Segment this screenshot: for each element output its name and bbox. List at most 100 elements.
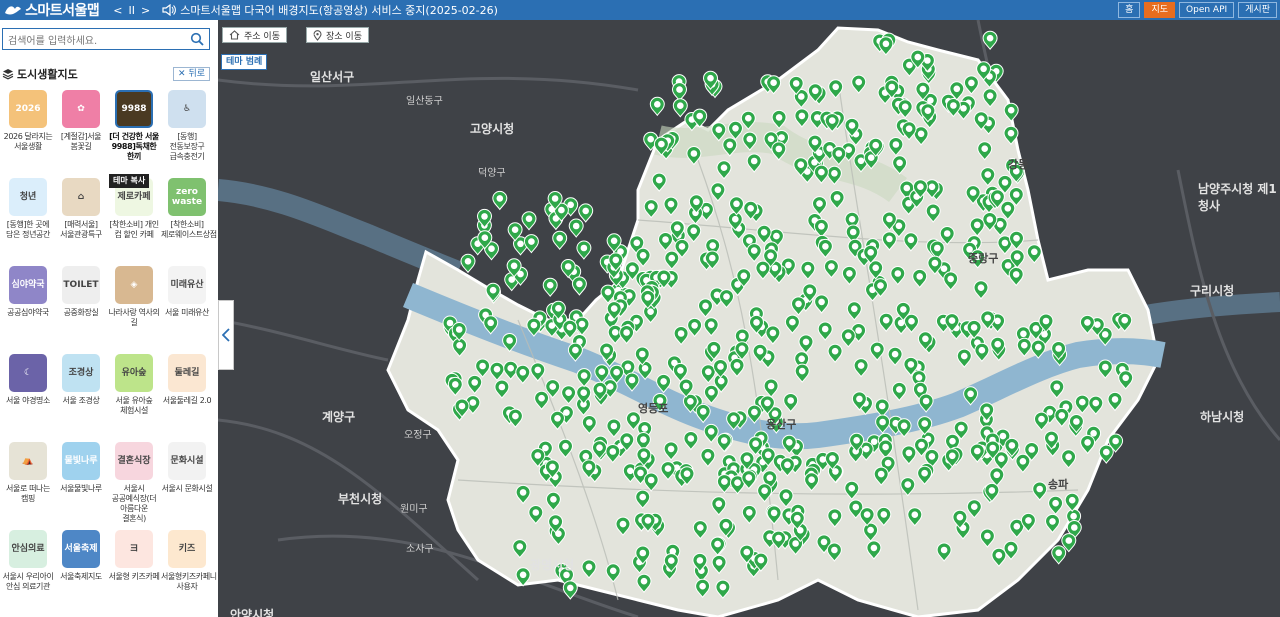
nav-home-button[interactable]: 홈 xyxy=(1118,2,1141,18)
back-label: 뒤로 xyxy=(188,69,205,79)
theme-tile[interactable]: 제로카페 [착한소비] 개인 컵 할인 카페 xyxy=(108,178,160,266)
wheelchair-icon: ♿ xyxy=(168,90,206,128)
theme-tile[interactable]: ◈ 나라사랑 역사의 길 xyxy=(108,266,160,354)
seoul-logo-icon xyxy=(5,6,21,15)
theme-tile[interactable]: 문화시설서울시 문화시설 xyxy=(161,442,213,530)
theme-tile-label: 공공심야약국 xyxy=(7,308,49,317)
theme-tile[interactable]: ⛺ 서울로 떠나는 캠핑 xyxy=(2,442,54,530)
theme-tile[interactable]: TOILET 공중화장실 xyxy=(55,266,107,354)
forest-icon: 유아숲 xyxy=(115,354,153,392)
youth-icon: 청년 xyxy=(9,178,47,216)
theme-tile[interactable]: 유아숲서울 유아숲 체험시설 xyxy=(108,354,160,442)
theme-tile[interactable]: 키즈서울형키즈카페니 사용자 xyxy=(161,530,217,617)
pharmacy-icon: 심야약국 xyxy=(9,266,47,304)
place-move-button[interactable]: 장소 이동 xyxy=(306,27,369,43)
theme-tile-label: 공중화장실 xyxy=(63,308,99,317)
theme-tile-label: 서울형 키즈카페 xyxy=(108,572,160,581)
theme-tile[interactable]: 9988 [더 건강한 서울 9988]독채한 한끼 xyxy=(108,90,160,178)
trail-icon: 둘레길 xyxy=(168,354,206,392)
theme-tile-label: [매력서울] 서울관광특구 xyxy=(60,220,102,239)
theme-tile[interactable]: 미래유산서울 미래유산 xyxy=(161,266,213,354)
sidebar: 도시생활지도 ✕ 뒤로 2026 2026 달라지는 서울생활 ✿ [계절감]서울 봄… xyxy=(0,20,218,617)
theme-tile-label: 서울형키즈카페니 사용자 xyxy=(161,572,217,591)
theme-tile-label: 서울 야경명소 xyxy=(6,396,50,405)
nav-board-button[interactable]: 게시판 xyxy=(1238,2,1277,18)
theme-tile-label: 나라사랑 역사의 길 xyxy=(108,308,160,327)
theme-tile[interactable]: 조경상 서울 조경상 xyxy=(55,354,107,442)
home-icon xyxy=(229,30,240,40)
pin-icon xyxy=(313,29,322,41)
theme-tile[interactable]: 결혼식장서울시 공공예식장(더 아름다운 결혼식) xyxy=(108,442,160,530)
sidebar-collapse-button[interactable] xyxy=(218,300,234,370)
theme-legend-button[interactable]: 테마 범례 xyxy=(221,54,268,70)
notice-ticker[interactable]: 스마트서울맵 다국어 배경지도(항공영상) 서비스 중지(2025-02-26) xyxy=(162,2,498,18)
theme-tile-label: [동행]한 곳에 담은 정년공간 xyxy=(6,220,50,239)
search-box xyxy=(2,28,210,52)
flower-icon: ✿ xyxy=(62,90,100,128)
chevron-left-icon xyxy=(222,328,230,342)
top-bar: 스마트서울맵 < II > 스마트서울맵 다국어 배경지도(항공영상) 서비스 … xyxy=(0,0,1280,20)
speaker-icon xyxy=(162,4,177,16)
theme-tile-label: 서울시 문화시설 xyxy=(161,484,213,493)
medal-icon: 9988 xyxy=(115,90,153,128)
place-move-label: 장소 이동 xyxy=(326,31,362,42)
notice-text: 스마트서울맵 다국어 배경지도(항공영상) 서비스 중지(2025-02-26) xyxy=(180,4,498,17)
toilet-icon: TOILET xyxy=(62,266,100,304)
theme-tile-label: 서울물빛나루 xyxy=(60,484,102,493)
theme-grid: 2026 2026 달라지는 서울생활 ✿ [계절감]서울 봄꽃길 9988 [더 건강한… xyxy=(2,90,217,617)
palace-icon: ⌂ xyxy=(62,178,100,216)
culture-icon: 문화시설 xyxy=(168,442,206,480)
water-icon: 물빛나루 xyxy=(62,442,100,480)
landscape-icon: 조경상 xyxy=(62,354,100,392)
theme-tile[interactable]: zero waste [착한소비]제로웨이스트상점 xyxy=(161,178,217,266)
theme-tile[interactable]: ♿ [동행]전동보장구 급속충전기 xyxy=(161,90,213,178)
pause-notice-button[interactable]: II xyxy=(129,4,136,17)
notice-controls: < II > xyxy=(113,4,150,17)
heritage-icon: 미래유산 xyxy=(168,266,206,304)
theme-tile[interactable]: ヨ 서울형 키즈카페 xyxy=(108,530,160,617)
category-header: 도시생활지도 ✕ 뒤로 xyxy=(2,66,210,82)
theme-tile[interactable]: 심야약국공공심야약국 xyxy=(2,266,54,354)
address-move-button[interactable]: 주소 이동 xyxy=(222,27,287,43)
theme-tile-label: 서울축제지도 xyxy=(60,572,102,581)
theme-tile[interactable]: ✿ [계절감]서울 봄꽃길 xyxy=(55,90,107,178)
theme-tile-label: 서울시 우리아이 안심 의료기관 xyxy=(2,572,54,591)
theme-tile[interactable]: 청년 [동행]한 곳에 담은 정년공간 xyxy=(2,178,54,266)
next-notice-button[interactable]: > xyxy=(141,4,150,17)
prev-notice-button[interactable]: < xyxy=(113,4,122,17)
theme-tile[interactable]: 둘레길서울둘레길 2.0 xyxy=(161,354,213,442)
nav-map-button[interactable]: 지도 xyxy=(1144,2,1176,18)
medical-icon: 안심의료 xyxy=(9,530,47,568)
theme-tile[interactable]: 서울축제서울축제지도 xyxy=(55,530,107,617)
theme-tile[interactable]: 2026 2026 달라지는 서울생활 xyxy=(2,90,54,178)
theme-tile[interactable]: 물빛나루서울물빛나루 xyxy=(55,442,107,530)
kids-cafe-icon: 키즈 xyxy=(168,530,206,568)
theme-tile-label: 서울 미래유산 xyxy=(165,308,209,317)
map-view[interactable]: 일산서구 고양시청 덕양구 일산동구 남양주시청 제1청사 구리시청 하남시청 … xyxy=(218,20,1280,617)
night-icon: ☾ xyxy=(9,354,47,392)
app-title: 스마트서울맵 xyxy=(25,3,100,19)
theme-tile-label: 서울로 떠나는 캠핑 xyxy=(6,484,50,503)
layers-icon xyxy=(2,69,14,80)
theme-tile[interactable]: 안심의료서울시 우리아이 안심 의료기관 xyxy=(2,530,54,617)
theme-tile-label: 서울 유아숲 체험시설 xyxy=(115,396,153,415)
nav-openapi-button[interactable]: Open API xyxy=(1179,2,1235,18)
kids-icon: ヨ xyxy=(115,530,153,568)
back-button[interactable]: ✕ 뒤로 xyxy=(173,67,210,81)
app-logo[interactable]: 스마트서울맵 xyxy=(0,0,100,20)
theme-tile[interactable]: ⌂ [매력서울] 서울관광특구 xyxy=(55,178,107,266)
search-input[interactable] xyxy=(3,31,183,52)
theme-tile-label: 서울시 공공예식장(더 아름다운 결혼식) xyxy=(111,484,157,523)
theme-tile-label: [더 건강한 서울 9988]독채한 한끼 xyxy=(109,132,159,161)
theme-tile-label: [착한소비] 개인 컵 할인 카페 xyxy=(109,220,159,239)
wedding-icon: 결혼식장 xyxy=(115,442,153,480)
base-map[interactable] xyxy=(218,20,1280,617)
address-move-label: 주소 이동 xyxy=(244,31,280,42)
history-icon: ◈ xyxy=(115,266,153,304)
theme-tile-label: [계절감]서울 봄꽃길 xyxy=(60,132,102,151)
theme-tile[interactable]: ☾ 서울 야경명소 xyxy=(2,354,54,442)
theme-tile-label: 서울둘레길 2.0 xyxy=(162,396,212,405)
theme-tile-label: 2026 달라지는 서울생활 xyxy=(3,132,53,151)
search-icon[interactable] xyxy=(190,32,204,46)
festival-icon: 서울축제 xyxy=(62,530,100,568)
